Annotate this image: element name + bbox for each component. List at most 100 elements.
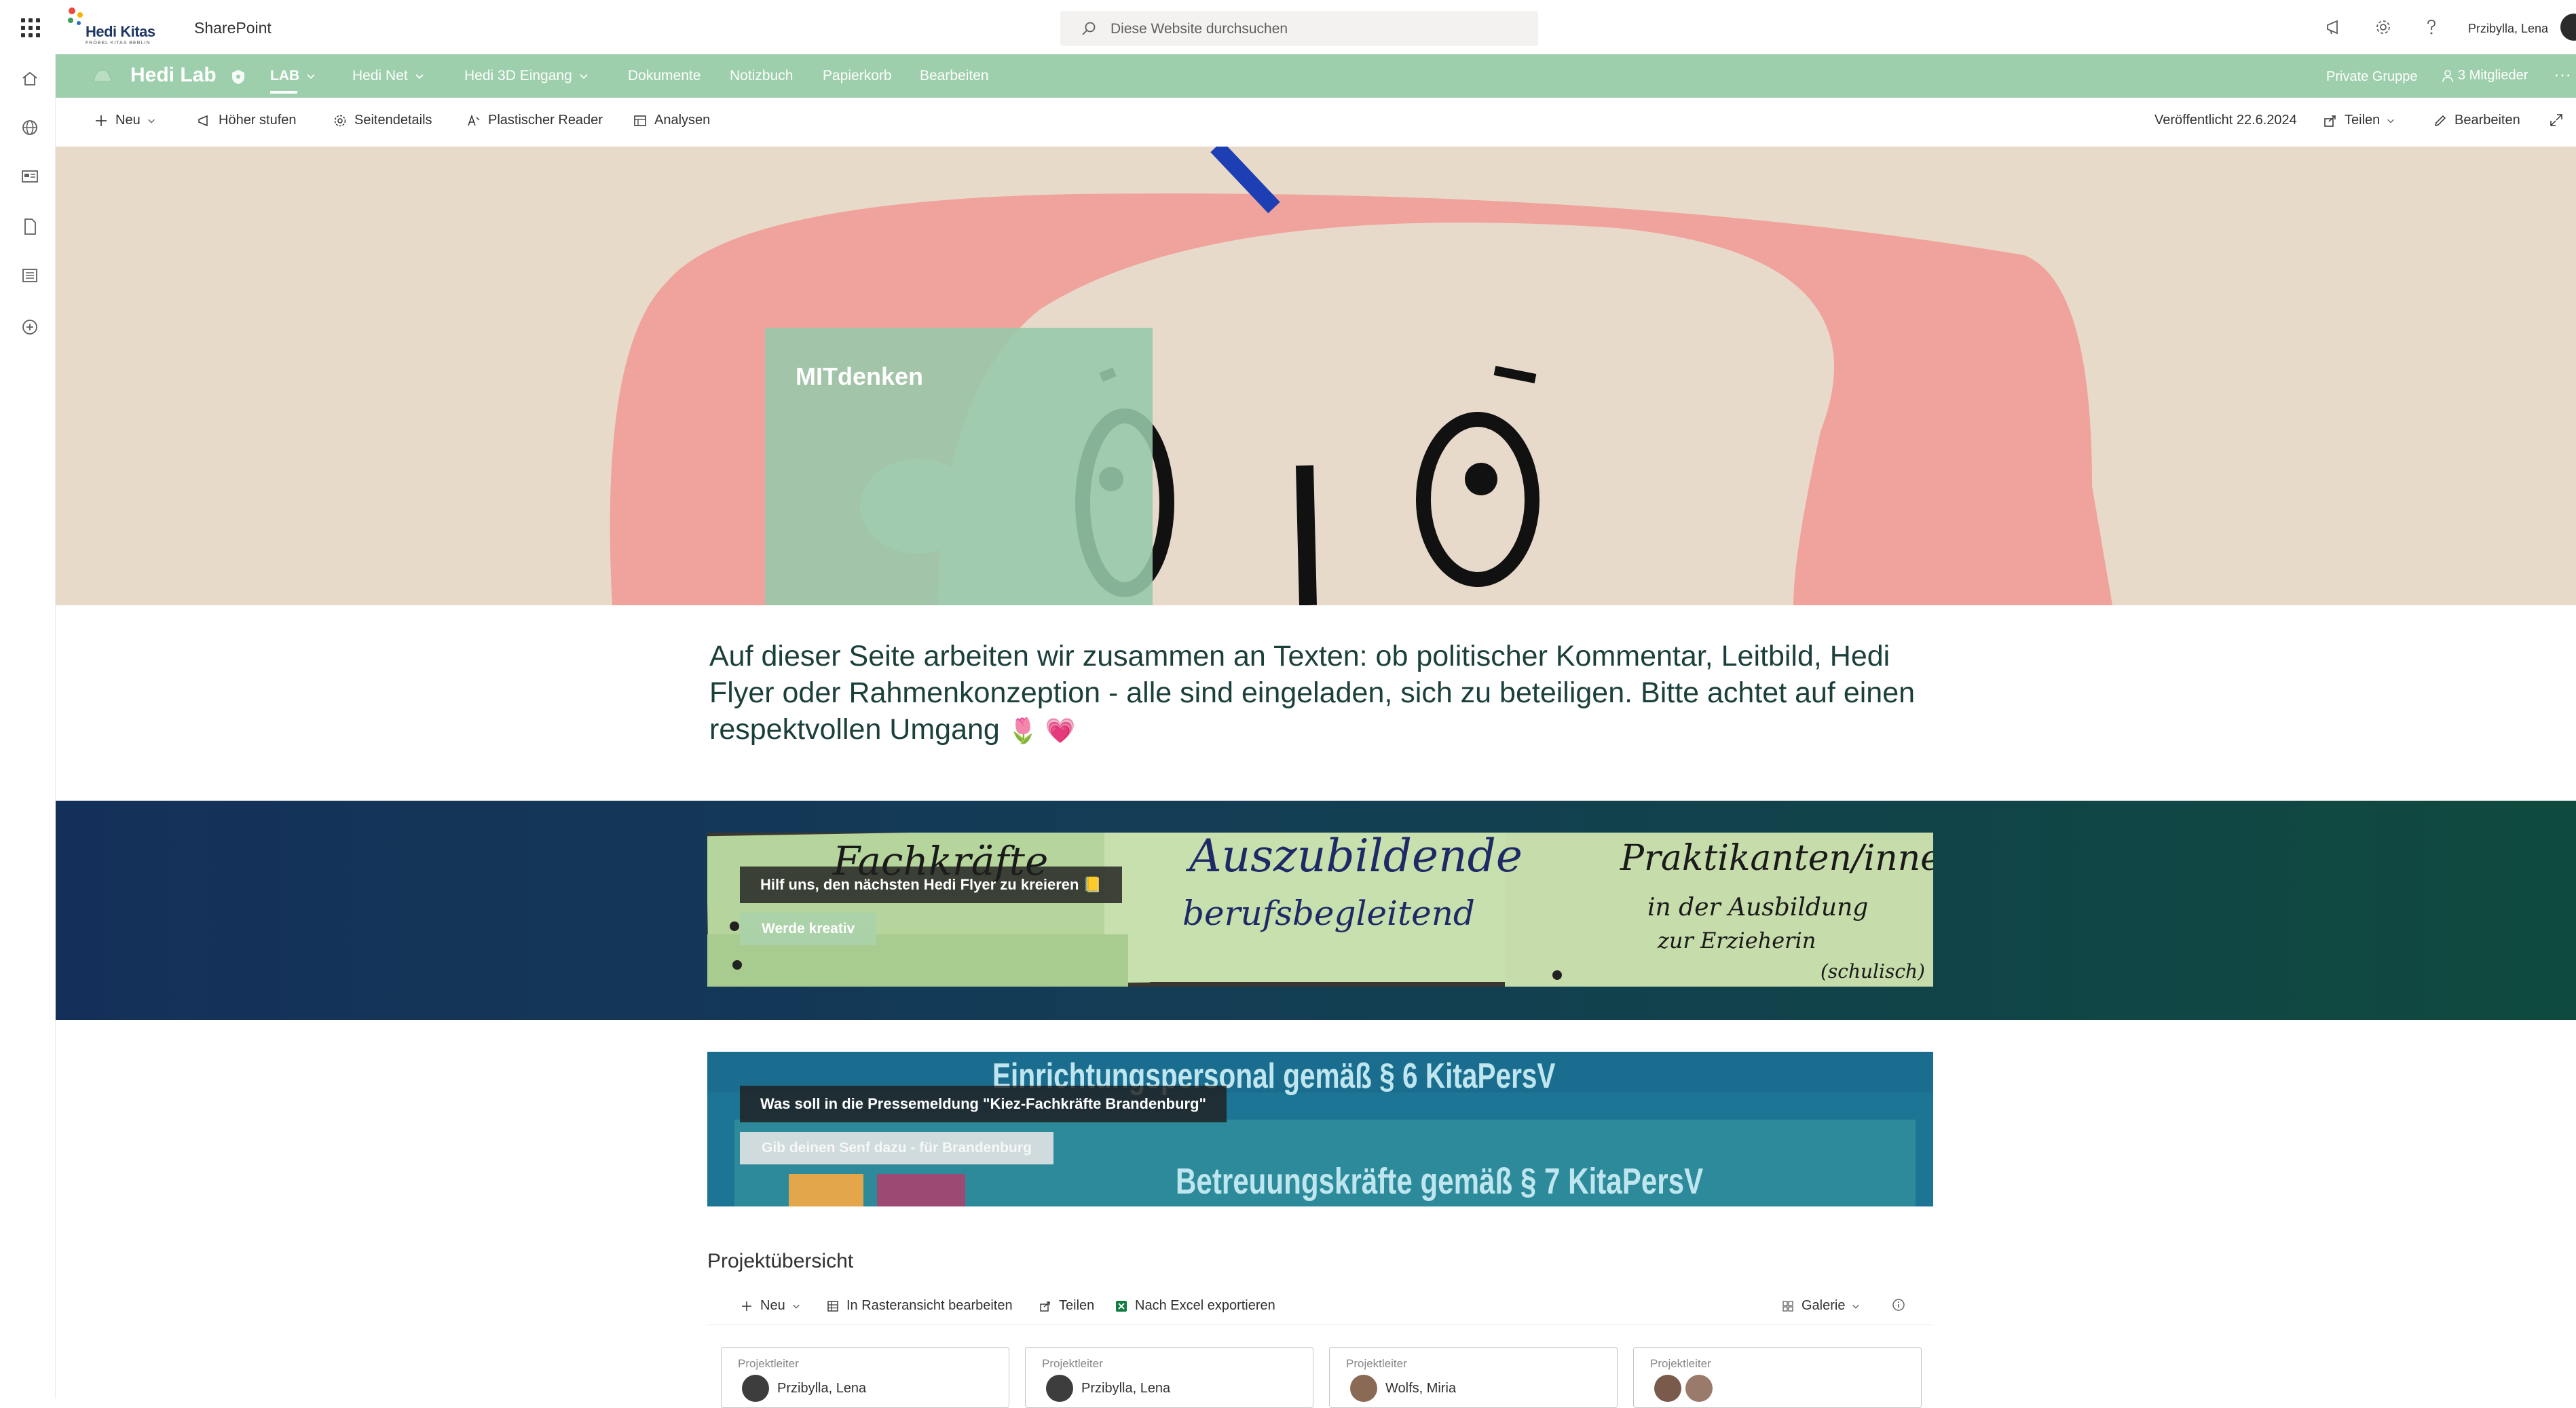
hero-illustration [56, 147, 2576, 605]
left-rail [0, 54, 56, 1399]
note-text: zur Erzieherin [1658, 928, 1816, 953]
user-name[interactable]: Przibylla, Lena [2468, 22, 2548, 36]
megaphone-icon[interactable] [2325, 18, 2344, 37]
chevron-down-icon [307, 74, 315, 79]
chevron-down-icon [580, 74, 588, 79]
avatar [1350, 1375, 1377, 1402]
page-details-label: Seitendetails [354, 113, 432, 128]
nav-active-indicator [270, 91, 297, 94]
banner-title: Hilf uns, den nächsten Hedi Flyer zu kre… [740, 867, 1122, 903]
app-launcher-icon[interactable] [19, 16, 42, 39]
excel-icon [1116, 1300, 1127, 1312]
hero-title: MITdenken [796, 362, 924, 390]
export-excel-button[interactable]: Nach Excel exportieren [1115, 1298, 1275, 1314]
list-command-bar: Neu In Rasteransicht bearbeiten Teilen N… [707, 1293, 1933, 1325]
share-button[interactable]: Teilen [2323, 113, 2395, 128]
globe-icon[interactable] [20, 118, 39, 137]
view-switcher[interactable]: Galerie [1781, 1298, 1860, 1314]
person-name: Przibylla, Lena [1081, 1380, 1171, 1396]
avatar [742, 1375, 769, 1402]
app-name[interactable]: SharePoint [194, 19, 272, 37]
expand-button[interactable] [2549, 113, 2564, 128]
nav-item-label: Bearbeiten [920, 68, 989, 83]
logo-subtext: FRÖBEL KITAS BERLIN [86, 41, 151, 45]
note-text: berufsbegleitend [1182, 894, 1475, 933]
chevron-down-icon [792, 1304, 800, 1309]
nav-item-label: Papierkorb [823, 68, 892, 83]
slide-text: Betreuungskräfte gemäß § 7 KitaPersV [1176, 1161, 1704, 1202]
intro-text: Auf dieser Seite arbeiten wir zusammen a… [709, 640, 1916, 746]
search-input[interactable]: Diese Website durchsuchen [1060, 11, 1538, 46]
card-field-label: Projektleiter [1346, 1357, 1407, 1370]
nav-item-label: Notizbuch [730, 68, 794, 83]
nav-item-bearbeiten[interactable]: Bearbeiten [920, 68, 989, 84]
immersive-reader-button[interactable]: Plastischer Reader [466, 113, 603, 128]
nav-item-papierkorb[interactable]: Papierkorb [823, 68, 892, 84]
document-icon[interactable] [20, 217, 39, 236]
project-card[interactable]: Projektleiter Przibylla, Lena [721, 1347, 1009, 1408]
members-button[interactable]: 3 Mitglieder [2442, 68, 2528, 83]
nav-item-notizbuch[interactable]: Notizbuch [730, 68, 793, 84]
note-text: Auszubildende [1189, 833, 1523, 882]
more-options-icon[interactable]: ··· [2554, 64, 2571, 85]
chevron-down-icon [415, 74, 424, 79]
news-icon[interactable] [20, 167, 39, 186]
gear-icon[interactable] [2374, 18, 2393, 37]
page-details-button[interactable]: Seitendetails [333, 113, 432, 128]
banner-cta-button[interactable]: Werde kreativ [740, 913, 877, 945]
help-icon[interactable] [2422, 18, 2441, 37]
nav-item-label: LAB [270, 68, 300, 83]
list-new-button[interactable]: Neu [740, 1298, 800, 1314]
nav-item-label: Dokumente [628, 68, 701, 83]
site-header: Hedi Lab LAB Hedi Net Hedi 3D Eingang Do… [56, 54, 2576, 98]
hero-banner: MITdenken [56, 147, 2576, 605]
site-title[interactable]: Hedi Lab [130, 64, 217, 87]
nav-item-hedi-net[interactable]: Hedi Net [352, 68, 424, 84]
grid-icon [827, 1300, 838, 1312]
info-icon [1892, 1299, 1905, 1311]
list-icon[interactable] [20, 266, 39, 285]
project-card[interactable]: Projektleiter Przibylla, Lena [1025, 1347, 1313, 1408]
avatar [1046, 1375, 1073, 1402]
site-logo-icon[interactable] [91, 65, 114, 85]
pencil-icon [2434, 115, 2446, 126]
search-placeholder: Diese Website durchsuchen [1110, 21, 1288, 37]
nav-item-lab[interactable]: LAB [270, 68, 316, 84]
note-text: in der Ausbildung [1647, 894, 1869, 921]
view-label: Galerie [1802, 1298, 1846, 1313]
analytics-label: Analysen [654, 113, 711, 128]
note-text: Praktikanten/innen [1620, 838, 1933, 879]
person-name: Przibylla, Lena [777, 1380, 867, 1396]
project-card[interactable]: Projektleiter Wolfs, Miria [1329, 1347, 1618, 1408]
organization-logo[interactable]: Hedi Kitas FRÖBEL KITAS BERLIN [65, 5, 167, 49]
avatar[interactable] [2560, 14, 2576, 41]
project-card[interactable]: Projektleiter [1633, 1347, 1922, 1408]
flyer-banner[interactable]: Fachkräfte Auszubildende berufsbegleiten… [707, 833, 1933, 987]
avatar [1654, 1375, 1681, 1402]
suite-bar: Hedi Kitas FRÖBEL KITAS BERLIN SharePoin… [0, 0, 2576, 54]
list-share-label: Teilen [1059, 1298, 1095, 1313]
nav-item-dokumente[interactable]: Dokumente [628, 68, 701, 84]
card-person: Wolfs, Miria [1350, 1375, 1456, 1402]
grid-edit-button[interactable]: In Rasteransicht bearbeiten [826, 1298, 1013, 1314]
card-person: Przibylla, Lena [742, 1375, 866, 1402]
new-button[interactable]: Neu [94, 113, 155, 128]
nav-item-hedi-3d-eingang[interactable]: Hedi 3D Eingang [464, 68, 589, 84]
edit-button[interactable]: Bearbeiten [2433, 113, 2520, 128]
search-icon [1082, 22, 1096, 35]
published-label: Veröffentlicht 22.6.2024 [2154, 113, 2297, 128]
home-icon[interactable] [20, 69, 39, 88]
share-icon [2324, 115, 2336, 127]
banner-title: Was soll in die Pressemeldung "Kiez-Fach… [740, 1086, 1227, 1122]
press-release-banner[interactable]: Einrichtungspersonal gemäß § 6 KitaPersV… [707, 1052, 1933, 1206]
list-share-button[interactable]: Teilen [1039, 1298, 1094, 1314]
expand-icon [2550, 114, 2562, 126]
share-label: Teilen [2345, 113, 2381, 128]
new-label: Neu [115, 113, 141, 128]
banner-cta-button[interactable]: Gib deinen Senf dazu - für Brandenburg [740, 1132, 1053, 1164]
promote-button[interactable]: Höher stufen [197, 113, 297, 128]
add-icon[interactable] [20, 318, 39, 337]
analytics-button[interactable]: Analysen [633, 113, 710, 128]
info-button[interactable] [1892, 1298, 1905, 1312]
person-icon [2442, 69, 2453, 82]
